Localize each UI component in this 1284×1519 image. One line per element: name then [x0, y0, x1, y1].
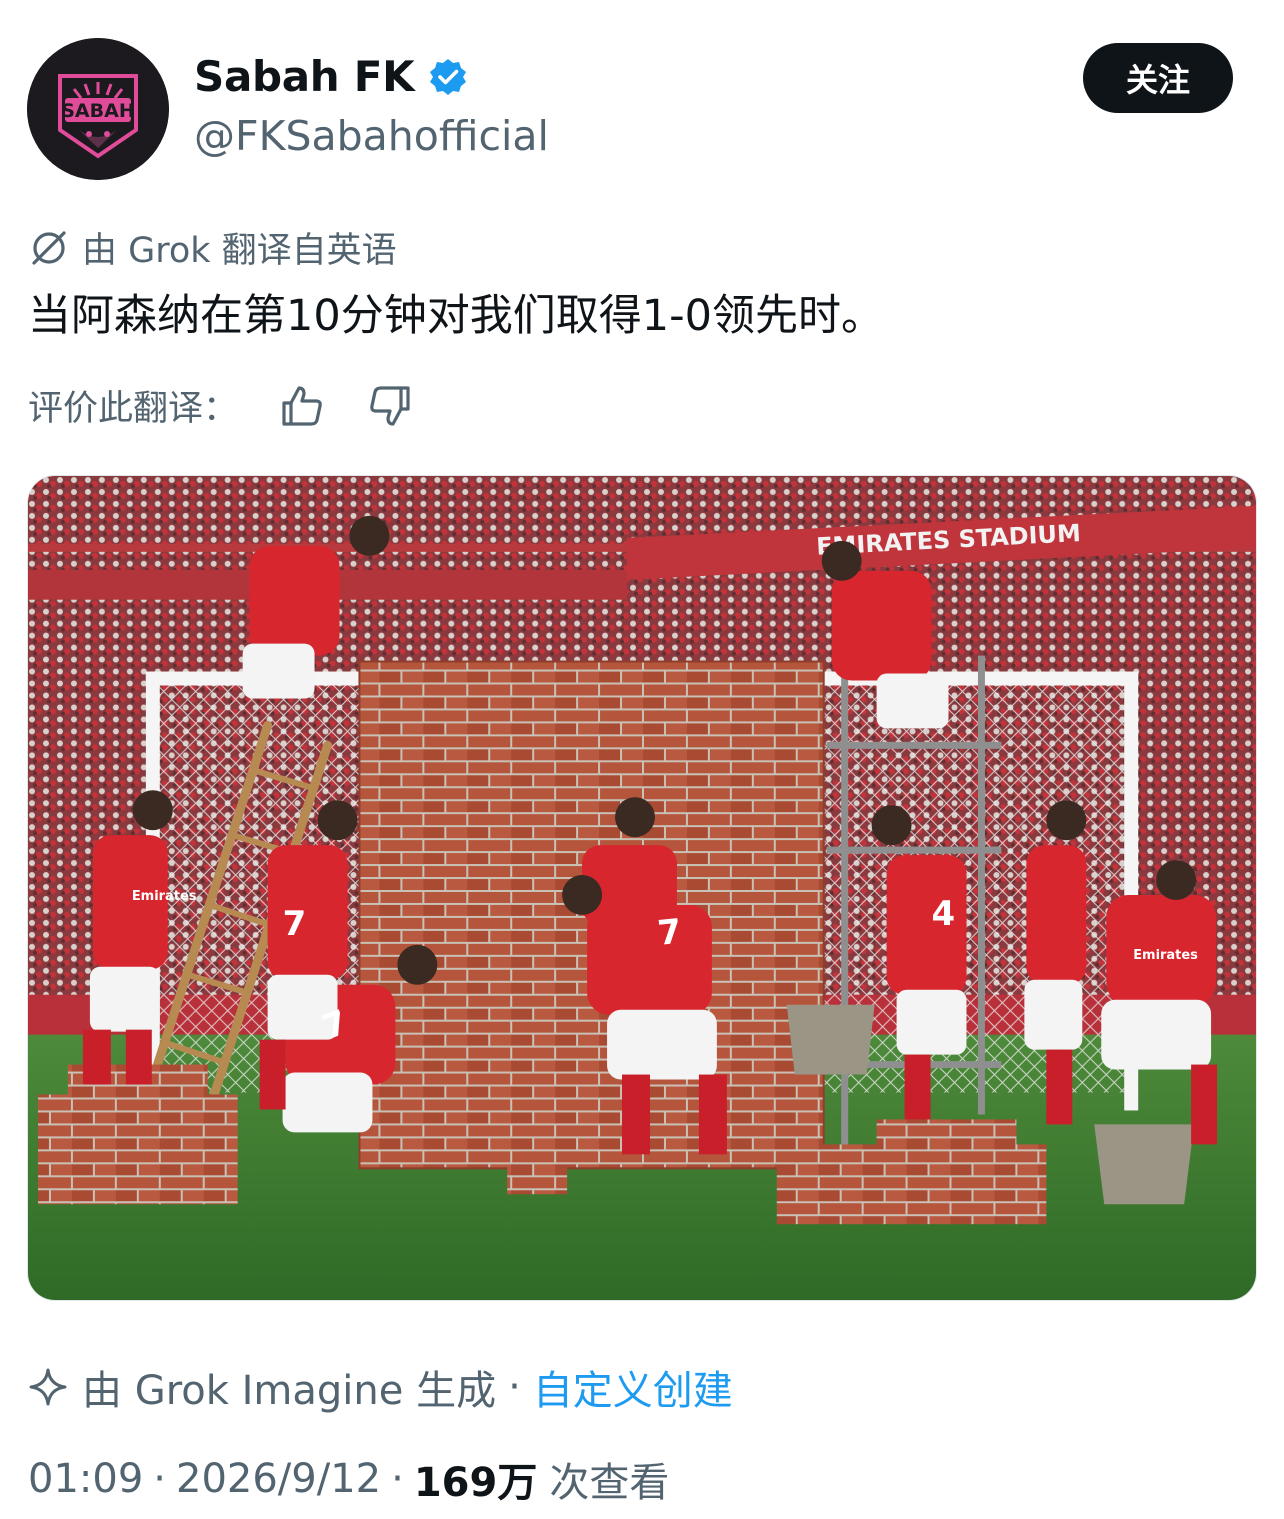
meta-separator: ·: [153, 1456, 166, 1502]
views-label: 次查看: [549, 1460, 670, 1506]
post-detail: SABAH Sabah FK @FKSabahofficial 关注 由 Gro…: [0, 0, 1284, 1519]
svg-text:7: 7: [656, 913, 684, 954]
svg-text:Emirates: Emirates: [1133, 948, 1198, 963]
meta-separator: ·: [391, 1456, 404, 1502]
views-count: 169万: [413, 1460, 538, 1506]
generation-separator: ·: [508, 1364, 521, 1410]
author-name-row: Sabah FK: [194, 52, 468, 101]
generation-info: 由 Grok Imagine 生成 · 自定义创建: [28, 1358, 733, 1416]
grok-icon: [32, 230, 66, 265]
generation-label: 由 Grok Imagine 生成: [82, 1368, 497, 1414]
avatar[interactable]: SABAH: [27, 38, 169, 180]
custom-create-link[interactable]: 自定义创建: [533, 1358, 733, 1416]
post-image[interactable]: EMIRATES STADIUM 7 7 7 4 Emirates Emirat…: [27, 475, 1257, 1301]
sabah-fk-logo: SABAH: [27, 38, 169, 180]
tweet-text: 当阿森纳在第10分钟对我们取得1-0领先时。: [28, 291, 884, 341]
rate-translation: 评价此翻译：: [28, 380, 414, 431]
post-date[interactable]: 2026/9/12: [176, 1456, 381, 1502]
post-meta: 01:09 · 2026/9/12 · 169万 次查看: [28, 1450, 669, 1508]
thumbs-up-icon[interactable]: [278, 382, 326, 430]
author-handle[interactable]: @FKSabahofficial: [194, 112, 549, 160]
svg-text:7: 7: [283, 905, 307, 944]
stadium-scene-image: EMIRATES STADIUM 7 7 7 4 Emirates Emirat…: [28, 476, 1256, 1300]
thumbs-down-icon[interactable]: [366, 382, 414, 430]
svg-text:Emirates: Emirates: [132, 889, 197, 904]
svg-text:SABAH: SABAH: [61, 100, 134, 122]
rate-translation-label: 评价此翻译：: [28, 389, 239, 429]
post-time[interactable]: 01:09: [28, 1456, 143, 1502]
translation-source-label: 由 Grok 翻译自英语: [82, 231, 397, 271]
author-display-name[interactable]: Sabah FK: [194, 52, 415, 101]
translation-source: 由 Grok 翻译自英语: [28, 222, 397, 273]
svg-text:4: 4: [932, 895, 956, 934]
sparkle-icon: [29, 1368, 67, 1406]
verified-badge-icon[interactable]: [428, 57, 468, 97]
follow-button[interactable]: 关注: [1083, 43, 1233, 113]
